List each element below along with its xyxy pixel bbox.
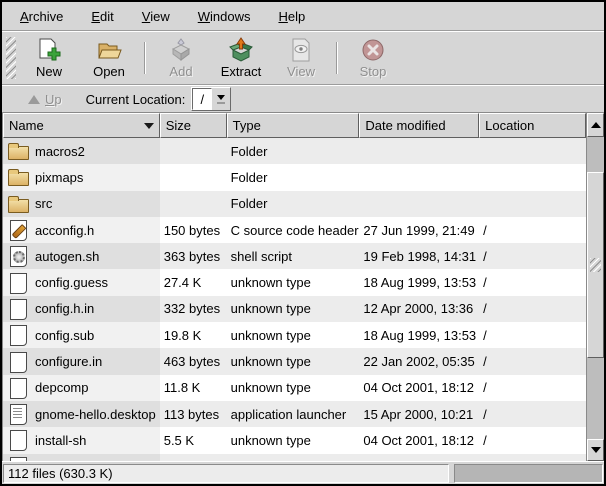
location-combo[interactable]: / — [191, 87, 231, 111]
toolbar-separator — [144, 42, 146, 74]
extract-button-label: Extract — [221, 64, 261, 79]
scroll-down-icon — [591, 447, 601, 453]
menu-windows[interactable]: Windows — [188, 7, 261, 26]
progress-area — [454, 464, 603, 483]
document-icon — [7, 351, 29, 373]
folder-icon — [7, 140, 29, 162]
column-header-location[interactable]: Location — [479, 113, 586, 138]
stop-button-label: Stop — [360, 64, 387, 79]
scrollbar-trough[interactable] — [587, 137, 604, 439]
scroll-up-icon — [591, 122, 601, 128]
document-icon — [7, 324, 29, 346]
file-list-area: Name Size Type Date modified Location ma… — [2, 112, 604, 461]
document-icon — [7, 429, 29, 451]
status-message: 112 files (630.3 K) — [3, 464, 449, 483]
open-archive-icon — [96, 37, 122, 63]
table-row[interactable]: acconfig.h 150 bytes C source code heade… — [3, 217, 586, 243]
archive-manager-window: Archive Edit View Windows Help New — [0, 0, 606, 486]
document-gear-icon — [7, 245, 29, 267]
vertical-scrollbar[interactable] — [586, 113, 604, 461]
toolbar-separator — [336, 42, 338, 74]
toolbar: New Open Add — [2, 32, 604, 84]
table-row[interactable]: autogen.sh 363 bytes shell script 19 Feb… — [3, 243, 586, 269]
new-archive-icon — [36, 37, 62, 63]
status-bar: 112 files (630.3 K) — [2, 461, 604, 484]
open-button-label: Open — [93, 64, 125, 79]
table-body: macros2 Folder pixmaps Folder src F — [3, 138, 586, 461]
view-button-label: View — [287, 64, 315, 79]
stop-icon — [360, 37, 386, 63]
location-combo-value[interactable]: / — [192, 88, 212, 110]
document-lines-icon — [7, 403, 29, 425]
column-header-type[interactable]: Type — [227, 113, 360, 138]
up-button[interactable]: Up — [22, 90, 68, 109]
extract-button[interactable]: Extract — [214, 34, 268, 82]
menu-help[interactable]: Help — [268, 7, 315, 26]
new-button[interactable]: New — [22, 34, 76, 82]
sort-descending-icon — [144, 123, 154, 129]
toolbar-drag-handle[interactable] — [6, 37, 16, 79]
location-bar: Up Current Location: / — [2, 86, 604, 112]
file-table: Name Size Type Date modified Location ma… — [2, 113, 586, 461]
table-row[interactable]: src Folder — [3, 191, 586, 217]
menu-bar: Archive Edit View Windows Help — [2, 2, 604, 30]
table-row[interactable]: install-sh 5.5 K unknown type 04 Oct 200… — [3, 427, 586, 453]
scrollbar-thumb[interactable] — [587, 172, 604, 358]
table-row[interactable]: config.guess 27.4 K unknown type 18 Aug … — [3, 269, 586, 295]
view-button[interactable]: View — [274, 34, 328, 82]
document-icon — [7, 377, 29, 399]
table-row[interactable]: macros2 Folder — [3, 138, 586, 164]
menu-archive[interactable]: Archive — [10, 7, 73, 26]
column-header-date-modified[interactable]: Date modified — [359, 113, 479, 138]
scroll-down-button[interactable] — [587, 439, 604, 461]
table-row[interactable]: pixmaps Folder — [3, 164, 586, 190]
document-pen-icon — [7, 219, 29, 241]
menu-view[interactable]: View — [132, 7, 180, 26]
combo-dropdown-button[interactable] — [212, 88, 230, 110]
view-file-icon — [288, 37, 314, 63]
column-header-size[interactable]: Size — [160, 113, 227, 138]
table-row[interactable]: config.sub 19.8 K unknown type 18 Aug 19… — [3, 322, 586, 348]
table-row-partial[interactable] — [3, 454, 586, 461]
table-row[interactable]: depcomp 11.8 K unknown type 04 Oct 2001,… — [3, 375, 586, 401]
folder-icon — [7, 193, 29, 215]
document-icon — [7, 298, 29, 320]
table-row[interactable]: config.h.in 332 bytes unknown type 12 Ap… — [3, 296, 586, 322]
add-files-icon — [168, 37, 194, 63]
open-button[interactable]: Open — [82, 34, 136, 82]
current-location-label: Current Location: — [86, 92, 186, 107]
add-button-label: Add — [169, 64, 192, 79]
column-header-name[interactable]: Name — [3, 113, 160, 138]
add-button[interactable]: Add — [154, 34, 208, 82]
extract-icon — [228, 37, 254, 63]
up-button-label: Up — [45, 92, 62, 107]
folder-icon — [7, 166, 29, 188]
scroll-up-button[interactable] — [587, 113, 604, 137]
chevron-down-icon — [217, 95, 225, 100]
stop-button[interactable]: Stop — [346, 34, 400, 82]
table-row[interactable]: configure.in 463 bytes unknown type 22 J… — [3, 348, 586, 374]
document-icon — [7, 272, 29, 294]
document-icon — [7, 456, 29, 461]
menu-edit[interactable]: Edit — [81, 7, 123, 26]
scrollbar-grip-icon — [590, 258, 601, 272]
new-button-label: New — [36, 64, 62, 79]
table-row[interactable]: gnome-hello.desktop 113 bytes applicatio… — [3, 401, 586, 427]
up-arrow-icon — [28, 95, 40, 104]
table-header: Name Size Type Date modified Location — [3, 113, 586, 138]
